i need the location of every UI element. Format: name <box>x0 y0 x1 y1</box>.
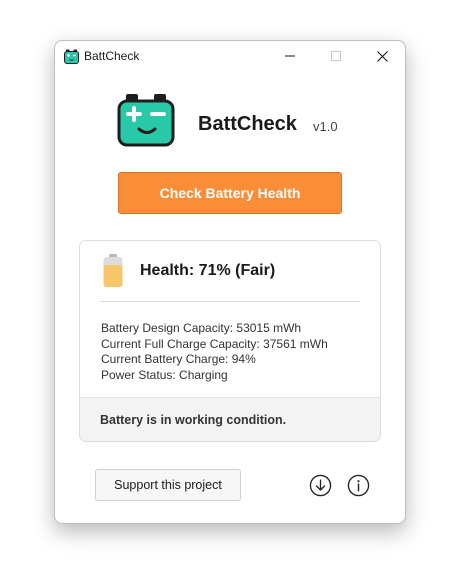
support-project-button[interactable]: Support this project <box>95 469 241 501</box>
app-icon <box>64 49 79 64</box>
full-charge-capacity: Current Full Charge Capacity: 37561 mWh <box>101 336 328 351</box>
result-card: Health: 71% (Fair) Battery Design Capaci… <box>79 240 381 442</box>
design-capacity: Battery Design Capacity: 53015 mWh <box>101 321 302 335</box>
title-bar[interactable]: BattCheck <box>55 41 405 71</box>
app-name: BattCheck <box>198 113 297 135</box>
status-footer: Battery is in working condition. <box>80 397 380 441</box>
maximize-icon <box>331 51 341 61</box>
maximize-button[interactable] <box>313 41 359 71</box>
app-window: BattCheck BattCheck v1.0 Check Battery H… <box>54 40 406 524</box>
health-label: Health: 71% (Fair) <box>140 262 276 279</box>
battery-face-icon <box>117 94 175 147</box>
check-battery-health-button[interactable]: Check Battery Health <box>118 172 342 214</box>
minimize-icon <box>285 55 295 57</box>
download-icon[interactable] <box>309 474 332 497</box>
divider <box>100 301 360 302</box>
app-version: v1.0 <box>313 119 338 134</box>
status-message: Battery is in working condition. <box>100 413 287 427</box>
close-button[interactable] <box>359 41 405 71</box>
info-icon[interactable] <box>347 474 370 497</box>
close-icon <box>376 50 388 62</box>
battery-details: Battery Design Capacity: 53015 mWh Curre… <box>101 321 328 384</box>
window-title: BattCheck <box>84 49 140 63</box>
power-status: Power Status: Charging <box>101 368 228 383</box>
current-charge: Current Battery Charge: 94% <box>101 352 256 367</box>
minimize-button[interactable] <box>267 41 313 71</box>
battery-icon <box>103 254 123 287</box>
